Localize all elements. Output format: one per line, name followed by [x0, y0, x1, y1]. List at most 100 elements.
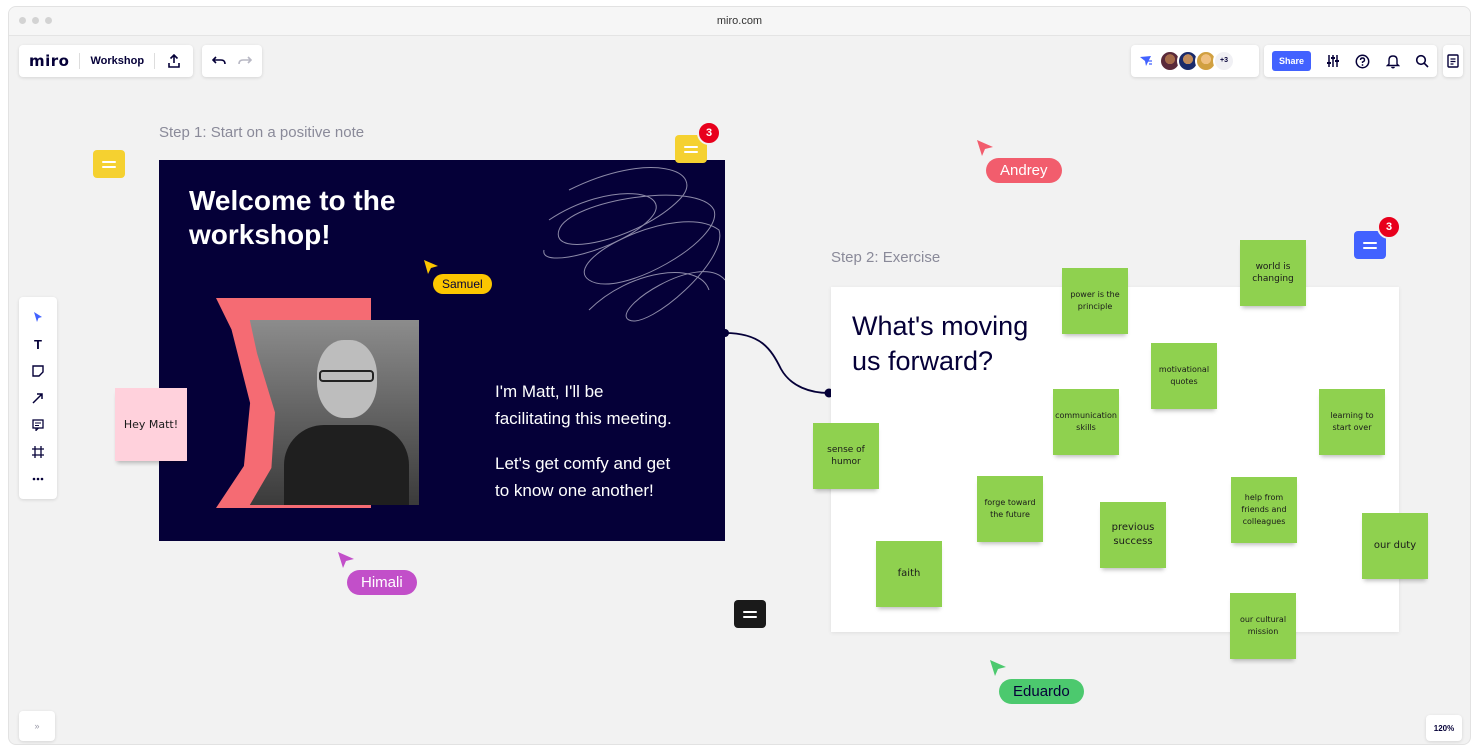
miro-logo[interactable]: miro [29, 52, 69, 70]
comment-tool-icon[interactable] [28, 415, 48, 435]
sticky-text: faith [897, 568, 921, 579]
comment-line [102, 165, 116, 168]
sticky-text: our cultural [1239, 615, 1287, 624]
sticky-text: communication [1055, 411, 1117, 420]
actions-panel: Share [1264, 45, 1437, 77]
comment-line [743, 610, 757, 613]
expand-panel-button[interactable]: » [19, 711, 55, 741]
exercise-heading-line: What's moving [852, 311, 1029, 341]
sticky-text: help from [1244, 493, 1284, 502]
sticky-note[interactable]: help from friends and colleagues [1231, 477, 1297, 543]
sticky-note[interactable]: our cultural mission [1230, 593, 1296, 659]
cursor-eduardo-icon [990, 660, 1006, 676]
intro-line: Let's get comfy and get [495, 454, 671, 473]
welcome-frame[interactable]: Welcome to the workshop! I'm Matt, I'll … [159, 160, 725, 541]
undo-icon[interactable] [212, 55, 226, 67]
sticky-note-tool-icon[interactable] [28, 361, 48, 381]
divider [79, 53, 81, 69]
share-button[interactable]: Share [1272, 51, 1312, 71]
welcome-heading-line: Welcome to the [189, 185, 396, 216]
comment-icon[interactable] [93, 150, 125, 178]
comment-line [102, 160, 116, 163]
board-name[interactable]: Workshop [90, 55, 144, 67]
sticky-text: power is the [1070, 290, 1120, 299]
cursor-samuel-icon [424, 260, 438, 274]
more-collaborators-badge[interactable]: +3 [1213, 50, 1235, 72]
left-toolbar: T [19, 297, 57, 499]
browser-window: miro.com miro Workshop +3 Share Step 1: … [8, 6, 1471, 745]
connector-line[interactable] [721, 329, 833, 399]
cursor-label-himali: Himali [347, 570, 417, 595]
text-tool-icon[interactable]: T [28, 334, 48, 354]
sticky-text: the future [990, 510, 1030, 519]
photo-glasses [319, 370, 374, 382]
select-tool-icon[interactable] [28, 307, 48, 327]
comment-line [684, 145, 698, 148]
sticky-note[interactable]: learning to start over [1319, 389, 1385, 455]
sticky-text: previous [1111, 522, 1155, 533]
intro-line: to know one another! [495, 481, 654, 500]
sticky-text: changing [1252, 274, 1294, 284]
sticky-text: principle [1077, 302, 1113, 311]
sticky-text: humor [831, 457, 861, 467]
zoom-level: 120% [1433, 723, 1455, 733]
frame-title-step1[interactable]: Step 1: Start on a positive note [159, 124, 364, 141]
export-icon[interactable] [165, 52, 183, 70]
board-header-panel: miro Workshop [19, 45, 194, 77]
sticky-note[interactable]: our duty [1362, 513, 1428, 579]
cursor-andrey-icon [977, 140, 993, 156]
comment-icon[interactable] [734, 600, 766, 628]
intro-line: facilitating this meeting. [495, 409, 672, 428]
sticky-note[interactable]: forge toward the future [977, 476, 1043, 542]
sticky-note[interactable]: faith [876, 541, 942, 607]
help-icon[interactable] [1355, 54, 1370, 69]
double-chevron-right-icon: » [34, 721, 40, 731]
settings-sliders-icon[interactable] [1326, 54, 1340, 68]
undo-redo-panel [202, 45, 262, 77]
sticky-text: start over [1332, 423, 1372, 432]
sticky-note[interactable]: communication skills [1053, 389, 1119, 455]
exercise-heading[interactable]: What's moving us forward? [852, 309, 1028, 379]
divider [154, 53, 156, 69]
notes-list-icon[interactable] [1447, 54, 1459, 68]
zoom-level-button[interactable]: 120% [1426, 715, 1462, 741]
sticky-note[interactable]: power is the principle [1062, 268, 1128, 334]
sticky-text: quotes [1170, 377, 1198, 386]
notifications-bell-icon[interactable] [1385, 54, 1400, 69]
more-tools-icon[interactable] [28, 469, 48, 489]
cursor-himali-icon [338, 552, 354, 568]
sticky-text: skills [1076, 423, 1096, 432]
url-text: miro.com [716, 15, 763, 27]
sticky-text: motivational [1158, 365, 1210, 374]
sticky-note[interactable]: sense of humor [813, 423, 879, 489]
sticky-text: friends and [1241, 505, 1287, 514]
cursor-label-eduardo: Eduardo [999, 679, 1084, 704]
search-icon[interactable] [1415, 54, 1429, 68]
comment-count-badge[interactable]: 3 [1377, 215, 1401, 239]
welcome-heading[interactable]: Welcome to the workshop! [189, 184, 489, 252]
connection-line-tool-icon[interactable] [28, 388, 48, 408]
sticky-note[interactable]: motivational quotes [1151, 343, 1217, 409]
frame-tool-icon[interactable] [28, 442, 48, 462]
comment-line [1363, 246, 1377, 249]
pink-sticky-note[interactable]: Hey Matt! [115, 388, 187, 461]
comment-line [684, 150, 698, 153]
sticky-text: mission [1247, 627, 1279, 636]
comment-line [1363, 241, 1377, 244]
collaborators-panel: +3 [1131, 45, 1259, 77]
sticky-text: success [1113, 536, 1153, 547]
redo-icon[interactable] [238, 55, 252, 67]
cursor-follow-icon[interactable] [1139, 55, 1153, 67]
frame-title-step2[interactable]: Step 2: Exercise [831, 249, 940, 266]
browser-titlebar: miro.com [9, 7, 1470, 36]
sticky-text: our duty [1373, 540, 1417, 551]
sticky-note[interactable]: world is changing [1240, 240, 1306, 306]
scribble-drawing[interactable] [529, 160, 725, 335]
sticky-note[interactable]: previous success [1100, 502, 1166, 568]
photo-jacket [284, 425, 409, 505]
intro-spacer [495, 432, 672, 450]
comment-count-badge[interactable]: 3 [697, 121, 721, 145]
board-menu-panel [1443, 45, 1463, 77]
intro-text[interactable]: I'm Matt, I'll be facilitating this meet… [495, 378, 672, 504]
cursor-label-andrey: Andrey [986, 158, 1062, 183]
